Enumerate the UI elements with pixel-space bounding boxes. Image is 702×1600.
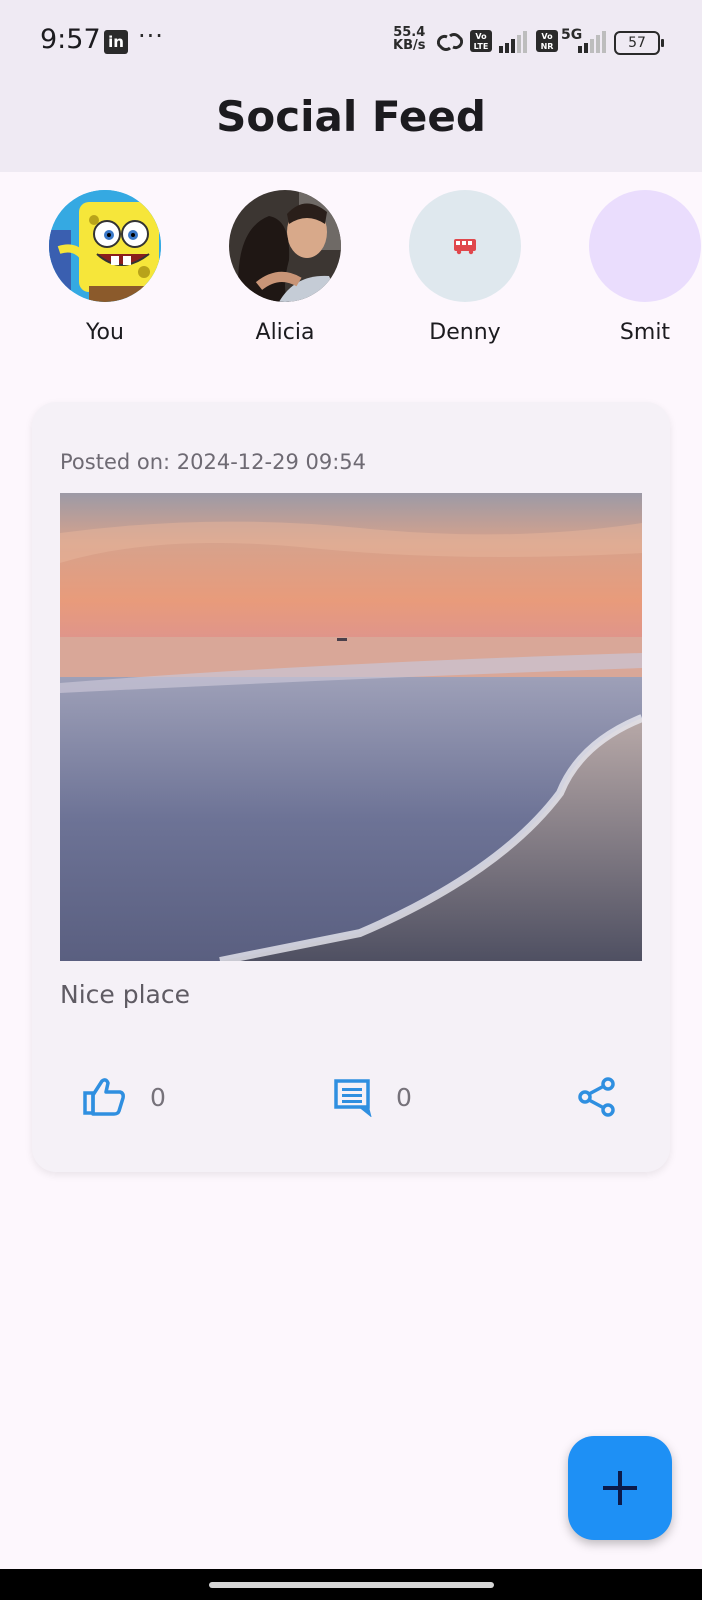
volte-icon: Vo LTE — [470, 30, 492, 52]
bus-icon-avatar[interactable] — [409, 190, 521, 302]
bus-icon — [454, 239, 476, 255]
status-bar: 9:57 in ··· 55.4 KB/s Vo LTE Vo NR 5G 57 — [0, 0, 702, 84]
beach-sunset-image — [60, 493, 642, 961]
hotspot-link-icon — [436, 33, 464, 51]
add-post-button[interactable] — [568, 1436, 672, 1540]
page-title: Social Feed — [216, 92, 486, 141]
story-name-alicia: Alicia — [255, 320, 315, 345]
story-alicia[interactable]: Alicia — [215, 190, 355, 345]
spongebob-image — [49, 190, 161, 302]
story-denny[interactable]: Denny — [395, 190, 535, 345]
plus-icon — [603, 1471, 637, 1505]
story-you[interactable]: You — [35, 190, 175, 345]
network-speed: 55.4 KB/s — [393, 26, 425, 52]
network-speed-unit: KB/s — [393, 38, 426, 53]
share-button[interactable] — [578, 1073, 616, 1121]
blank-avatar[interactable] — [589, 190, 701, 302]
post-caption: Nice place — [60, 980, 190, 1009]
stories-row[interactable]: You Alicia Denny Smit — [0, 172, 702, 372]
story-name-you: You — [86, 320, 124, 345]
beach-sunset-photo[interactable] — [60, 493, 642, 961]
story-name-denny: Denny — [429, 320, 501, 345]
couple-photo-image — [229, 190, 341, 302]
story-name-smit: Smit — [619, 320, 671, 345]
svg-text:NR: NR — [541, 42, 554, 51]
post-timestamp: Posted on: 2024-12-29 09:54 — [60, 450, 367, 474]
linkedin-icon: in — [104, 30, 128, 54]
more-notifications-icon: ··· — [138, 22, 164, 50]
system-navigation-bar — [0, 1569, 702, 1600]
like-count: 0 — [150, 1082, 166, 1112]
spongebob-avatar[interactable] — [49, 190, 161, 302]
like-button[interactable]: 0 — [82, 1073, 166, 1121]
svg-text:Vo: Vo — [541, 32, 553, 41]
couple-photo-avatar[interactable] — [229, 190, 341, 302]
comment-button[interactable]: 0 — [332, 1073, 412, 1121]
share-icon — [578, 1077, 615, 1117]
battery-icon: 57 — [614, 31, 664, 55]
svg-text:LTE: LTE — [474, 42, 489, 51]
home-gesture-handle[interactable] — [209, 1582, 494, 1588]
story-smit[interactable]: Smit — [575, 190, 702, 345]
thumbs-up-icon — [83, 1078, 125, 1116]
comment-icon — [334, 1079, 372, 1117]
signal-strength-icon-2 — [578, 31, 606, 53]
battery-level: 57 — [628, 35, 646, 51]
svg-text:Vo: Vo — [475, 32, 487, 41]
signal-strength-icon-1 — [499, 31, 527, 53]
top-bar: 9:57 in ··· 55.4 KB/s Vo LTE Vo NR 5G 57… — [0, 0, 702, 172]
status-time: 9:57 — [40, 24, 101, 55]
vonr-icon: Vo NR — [536, 30, 558, 52]
comment-count: 0 — [396, 1082, 412, 1112]
